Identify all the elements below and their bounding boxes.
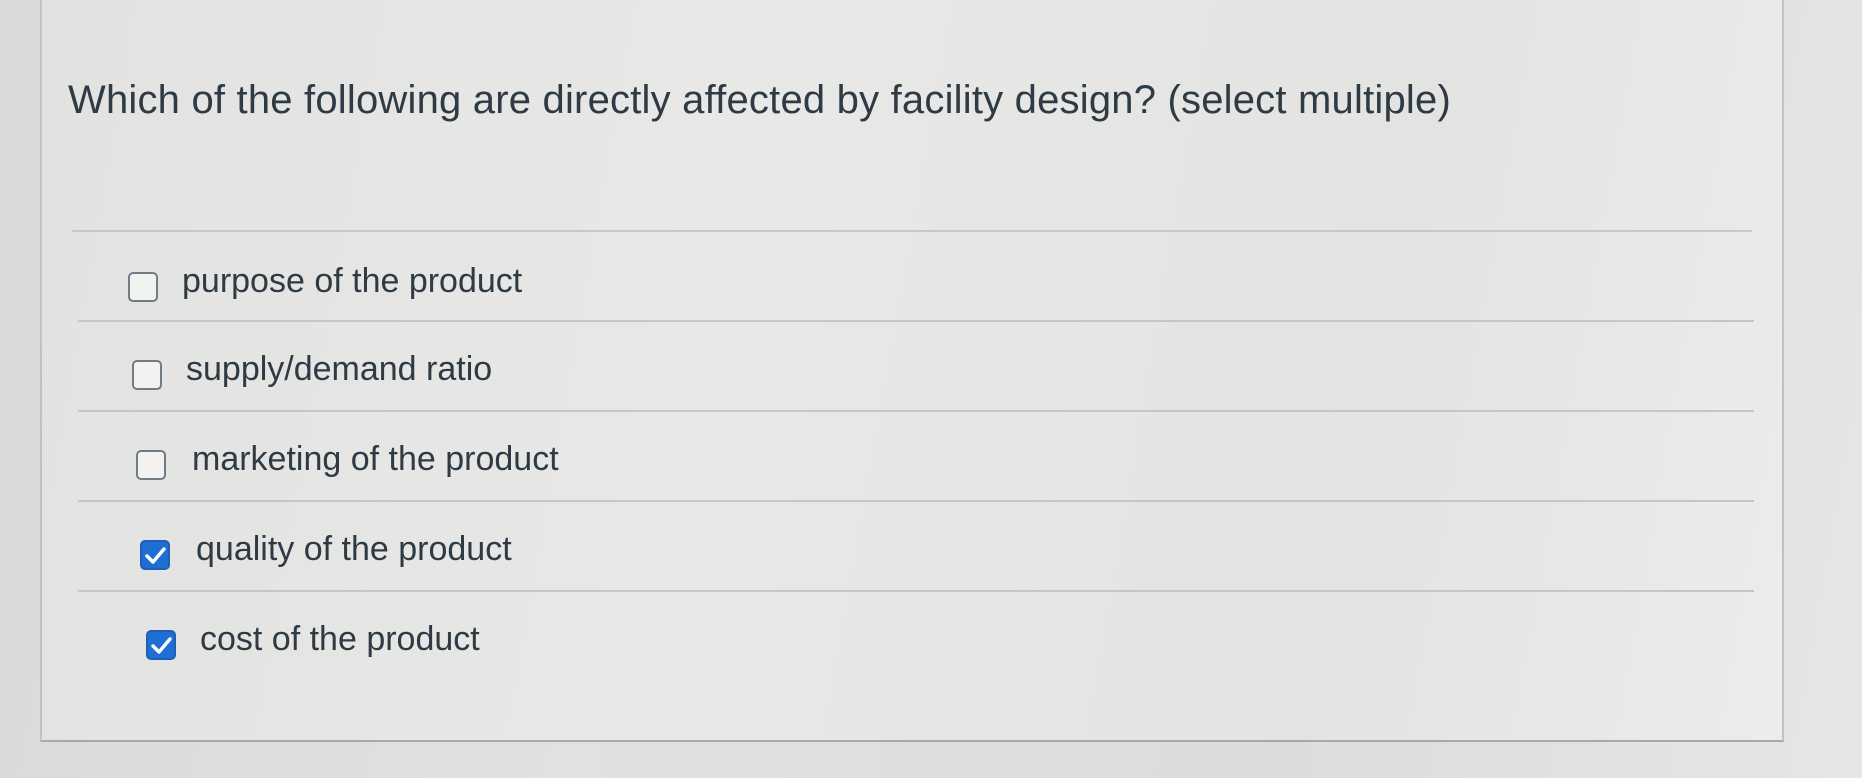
checkmark-icon (145, 547, 166, 564)
checkmark-icon (151, 637, 172, 654)
answer-list: purpose of the product supply/demand rat… (78, 232, 1754, 682)
answer-option-purpose[interactable]: purpose of the product (78, 232, 1754, 322)
checkbox-marketing[interactable] (136, 450, 166, 480)
question-text: Which of the following are directly affe… (68, 78, 1451, 122)
answer-option-supply-demand[interactable]: supply/demand ratio (78, 322, 1754, 412)
answer-label: purpose of the product (182, 262, 523, 300)
answer-option-marketing[interactable]: marketing of the product (78, 412, 1754, 502)
checkbox-supply-demand[interactable] (132, 360, 162, 390)
answer-label: quality of the product (196, 530, 512, 568)
checkbox-cost[interactable] (146, 630, 176, 660)
answer-label: supply/demand ratio (186, 350, 493, 388)
question-card: Which of the following are directly affe… (40, 0, 1784, 742)
answer-label: cost of the product (200, 620, 480, 658)
answer-label: marketing of the product (192, 440, 559, 478)
checkbox-purpose[interactable] (128, 272, 158, 302)
answer-option-cost[interactable]: cost of the product (78, 592, 1754, 682)
checkbox-quality[interactable] (140, 540, 170, 570)
answer-option-quality[interactable]: quality of the product (78, 502, 1754, 592)
